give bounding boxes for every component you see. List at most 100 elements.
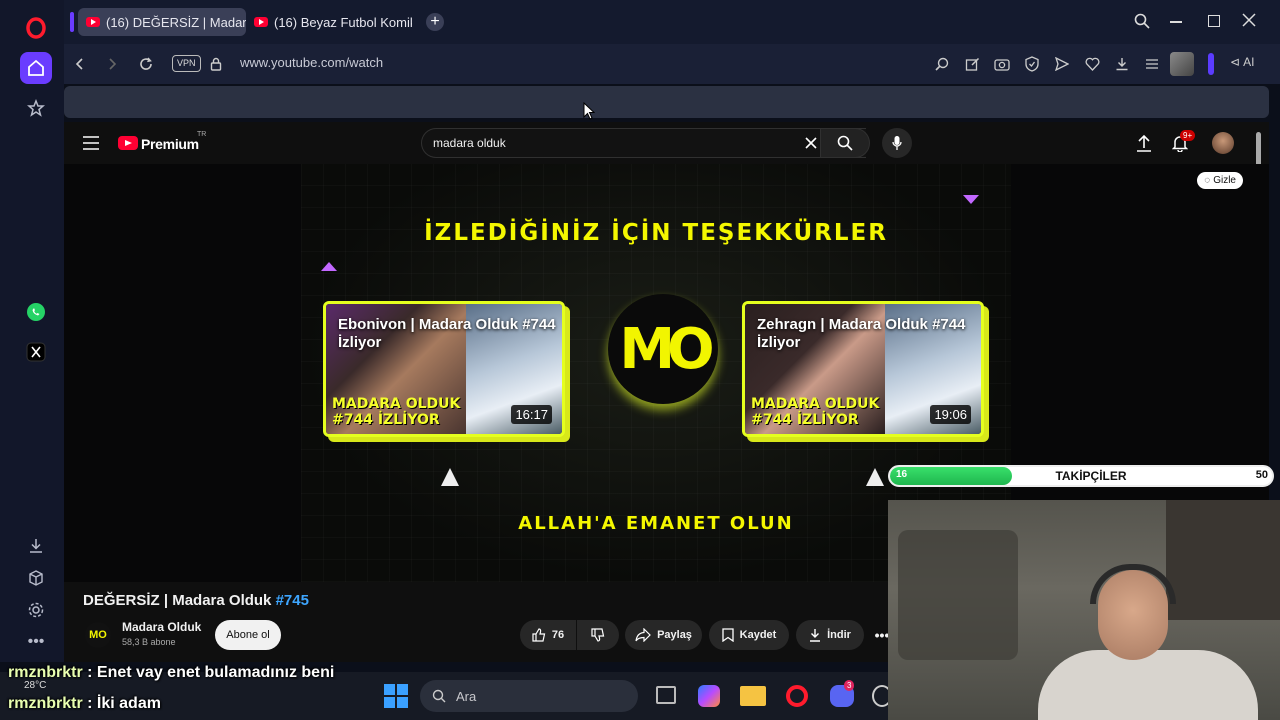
- notifications-bell-icon[interactable]: 9+: [1172, 130, 1196, 152]
- card-duration: 19:06: [930, 405, 971, 424]
- back-arrow-icon[interactable]: [68, 52, 92, 76]
- webcam-feed: [888, 500, 1280, 720]
- download-icon[interactable]: [1110, 52, 1134, 76]
- lock-icon[interactable]: [204, 52, 228, 76]
- download-arrow-icon: [810, 629, 821, 642]
- page-search-icon[interactable]: [930, 52, 954, 76]
- tab-search-icon[interactable]: [1134, 13, 1150, 29]
- easy-setup-icon[interactable]: [1140, 52, 1164, 76]
- video-title: DEĞERSİZ | Madara Olduk #745: [83, 592, 309, 609]
- endscreen-video-card[interactable]: Ebonivon | Madara Olduk #744 İzliyor MAD…: [323, 301, 565, 437]
- x-twitter-icon[interactable]: [20, 336, 52, 368]
- card-title: Ebonivon | Madara Olduk #744 İzliyor: [338, 316, 556, 351]
- close-window-icon[interactable]: [1242, 13, 1256, 27]
- vpn-badge[interactable]: VPN: [172, 55, 201, 72]
- settings-gear-icon[interactable]: [20, 594, 52, 626]
- cube-icon[interactable]: [20, 562, 52, 594]
- shield-check-icon[interactable]: [1020, 52, 1044, 76]
- card-badge: MADARA OLDUK #744 İZLİYOR: [751, 396, 879, 428]
- edit-icon[interactable]: [960, 52, 984, 76]
- decor-triangle-purple: [321, 262, 337, 271]
- save-button[interactable]: Kaydet: [709, 620, 789, 650]
- address-bar: VPN www.youtube.com/watch ⊲ AI: [64, 44, 1280, 84]
- profile-avatar[interactable]: [1170, 52, 1194, 76]
- webcam-person-shirt: [1038, 650, 1258, 720]
- maximize-icon[interactable]: [1208, 15, 1220, 27]
- youtube-logo-icon[interactable]: [118, 136, 138, 150]
- whatsapp-icon[interactable]: [20, 296, 52, 328]
- chat-username: rmznbrktr: [8, 664, 83, 681]
- chat-username: rmznbrktr: [8, 695, 83, 712]
- tab-island-marker: [70, 12, 74, 32]
- chat-message: rmznbrktr : İki adam: [8, 695, 161, 712]
- search-button[interactable]: [820, 128, 870, 158]
- endscreen-video-card[interactable]: Zehragn | Madara Olduk #744 İzliyor MADA…: [742, 301, 984, 437]
- chat-message: rmznbrktr : Enet vay enet bulamadınız be…: [8, 664, 335, 681]
- downloads-icon[interactable]: [20, 530, 52, 562]
- card-badge-line: #744 İZLİYOR: [751, 412, 859, 428]
- ai-label: AI: [1243, 55, 1255, 69]
- channel-logo-mo[interactable]: MO: [608, 294, 718, 404]
- share-button[interactable]: Paylaş: [625, 620, 702, 650]
- forward-arrow-icon[interactable]: [100, 52, 124, 76]
- url-field[interactable]: www.youtube.com/watch: [240, 55, 383, 70]
- youtube-favicon-icon: [86, 17, 100, 27]
- premium-logo-text[interactable]: Premium: [141, 136, 199, 152]
- hamburger-menu-icon[interactable]: [83, 136, 99, 150]
- card-title: Zehragn | Madara Olduk #744 İzliyor: [757, 316, 966, 351]
- sidebar-toggle-marker[interactable]: [1208, 53, 1214, 75]
- card-badge-line: #744 İZLİYOR: [332, 412, 440, 428]
- search-icon: [837, 135, 853, 151]
- new-tab-plus-icon[interactable]: +: [426, 13, 444, 31]
- youtube-header: Premium TR madara olduk 9+: [64, 122, 1269, 170]
- hide-label: Gizle: [1213, 175, 1236, 186]
- channel-name[interactable]: Madara Olduk: [122, 620, 201, 634]
- webcam-shelf: [1166, 500, 1280, 620]
- clear-search-icon[interactable]: [805, 137, 817, 149]
- card-duration: 16:17: [511, 405, 552, 424]
- subscriber-count: 58,3 B abone: [122, 637, 176, 647]
- upload-icon[interactable]: [1136, 134, 1152, 152]
- voice-search-button[interactable]: [882, 128, 912, 158]
- user-avatar[interactable]: [1212, 132, 1234, 154]
- youtube-favicon-icon: [254, 17, 268, 27]
- thumbs-down-icon: [591, 628, 605, 642]
- reload-icon[interactable]: [134, 52, 158, 76]
- dislike-button[interactable]: [577, 620, 619, 650]
- like-count: 76: [551, 629, 565, 641]
- mouse-cursor-icon: [583, 102, 595, 120]
- tab-title: (16) Beyaz Futbol Komik Anlar: [274, 14, 412, 30]
- home-icon[interactable]: [20, 52, 52, 84]
- more-dots-icon[interactable]: •••: [20, 626, 52, 658]
- decor-triangle-white: [441, 468, 459, 486]
- heart-icon[interactable]: [1080, 52, 1104, 76]
- tab-bar: (16) DEĞERSİZ | Madara Olduk #745 (16) B…: [64, 0, 1280, 44]
- decor-triangle-purple: [963, 195, 979, 204]
- search-input[interactable]: madara olduk: [433, 136, 506, 150]
- headset-icon: [1090, 564, 1176, 604]
- minimize-icon[interactable]: [1170, 21, 1182, 23]
- tab-title: (16) DEĞERSİZ | Madara Olduk #745: [106, 14, 246, 30]
- search-box: madara olduk: [421, 128, 866, 158]
- subscribe-button[interactable]: Abone ol: [215, 620, 281, 650]
- tab-inactive[interactable]: (16) Beyaz Futbol Komik Anlar: [246, 8, 412, 36]
- send-icon[interactable]: [1050, 52, 1074, 76]
- followers-label: TAKİPÇİLER: [1055, 469, 1127, 483]
- bookmarks-star-icon[interactable]: [20, 92, 52, 124]
- tab-active[interactable]: (16) DEĞERSİZ | Madara Olduk #745: [78, 8, 246, 36]
- video-hashtag-link[interactable]: #745: [276, 592, 309, 609]
- share-arrow-icon: [635, 628, 651, 642]
- camera-snapshot-icon[interactable]: [990, 52, 1014, 76]
- notification-badge: 9+: [1180, 130, 1196, 141]
- download-button[interactable]: İndir: [796, 620, 864, 650]
- channel-avatar[interactable]: MO: [85, 622, 111, 648]
- card-badge-line: MADARA OLDUK: [751, 396, 880, 412]
- aria-ai-button[interactable]: ⊲ AI: [1230, 55, 1254, 69]
- hide-endscreen-button[interactable]: ◌ Gizle: [1197, 172, 1243, 189]
- followers-goal-bar: 16 TAKİPÇİLER 50: [888, 465, 1274, 487]
- save-label: Kaydet: [739, 629, 777, 641]
- card-badge-line: MADARA OLDUK: [332, 396, 461, 412]
- endscreen-headline: İZLEDİĞİNİZ İÇİN TEŞEKKÜRLER: [424, 220, 888, 246]
- like-button[interactable]: 76: [520, 620, 576, 650]
- opera-logo-icon[interactable]: [20, 12, 52, 44]
